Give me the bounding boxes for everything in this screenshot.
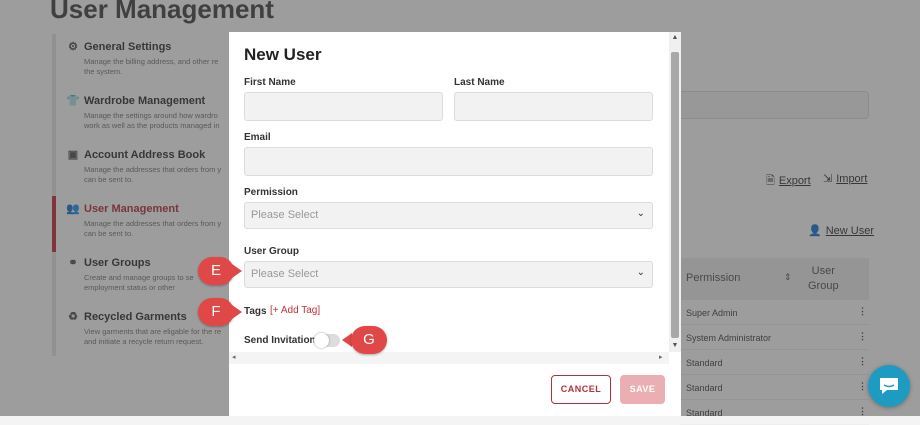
scroll-right-icon[interactable]: ▸: [659, 353, 663, 361]
scroll-left-icon[interactable]: ◂: [232, 353, 236, 361]
chevron-down-icon: ⌄: [636, 208, 645, 219]
email-field[interactable]: [244, 147, 653, 176]
chevron-down-icon: ⌄: [636, 267, 645, 278]
chat-button[interactable]: [868, 365, 910, 407]
modal-title: New User: [244, 45, 322, 64]
scrollbar-thumb[interactable]: [671, 52, 679, 338]
permission-select-value: Please Select: [251, 209, 319, 221]
callout-pointer: [232, 264, 242, 278]
scroll-up-icon[interactable]: ▲: [669, 34, 681, 41]
callout-pointer: [232, 305, 242, 319]
email-label: Email: [244, 132, 271, 143]
user-group-label: User Group: [244, 246, 300, 257]
cancel-button[interactable]: CANCEL: [551, 375, 611, 404]
save-button[interactable]: SAVE: [620, 375, 665, 404]
callout-f: F: [198, 298, 244, 326]
callout-badge: G: [351, 326, 387, 354]
first-name-field[interactable]: [244, 92, 443, 121]
callout-g: G: [342, 326, 388, 354]
last-name-field[interactable]: [454, 92, 653, 121]
modal-horizontal-scrollbar[interactable]: ◂ ▸: [229, 352, 669, 364]
modal-vertical-scrollbar[interactable]: ▲ ▼: [669, 32, 681, 352]
callout-badge: F: [198, 298, 234, 326]
add-tag-button[interactable]: [+ Add Tag]: [270, 305, 320, 316]
first-name-label: First Name: [244, 77, 296, 88]
tags-label: Tags: [244, 306, 267, 317]
send-invitation-toggle[interactable]: [314, 333, 340, 348]
permission-label: Permission: [244, 187, 298, 198]
user-group-select-value: Please Select: [251, 268, 319, 280]
toggle-knob: [314, 333, 329, 348]
send-invitation-label: Send Invitation: [244, 335, 316, 346]
permission-select[interactable]: Please Select ⌄: [244, 202, 653, 229]
chat-bubble-icon: [880, 378, 898, 394]
last-name-label: Last Name: [454, 77, 505, 88]
callout-badge: E: [198, 257, 234, 285]
callout-e: E: [198, 257, 244, 285]
scroll-down-icon[interactable]: ▼: [669, 342, 681, 349]
user-group-select[interactable]: Please Select ⌄: [244, 261, 653, 288]
